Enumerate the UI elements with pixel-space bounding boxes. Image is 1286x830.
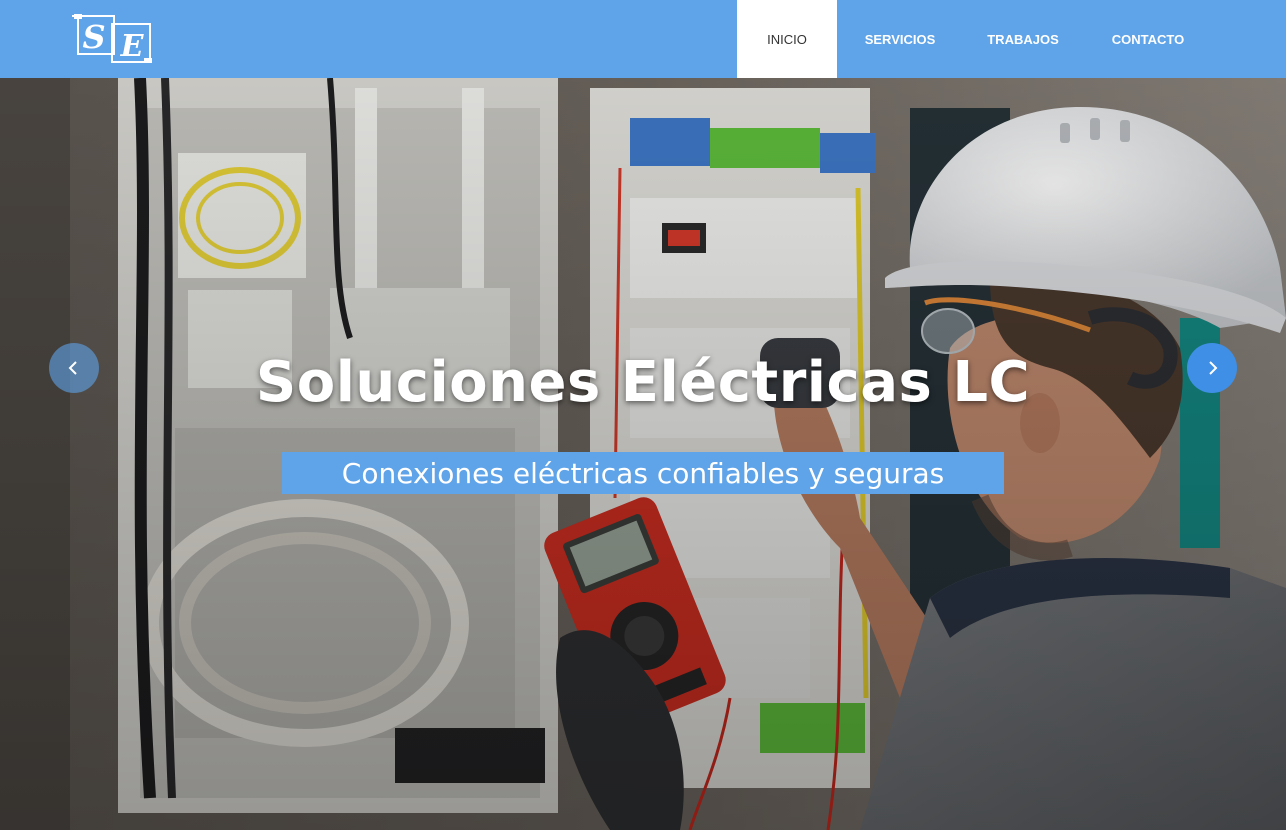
hero-subtitle: Conexiones eléctricas confiables y segur…: [341, 456, 945, 490]
hero-subtitle-box: Conexiones eléctricas confiables y segur…: [282, 452, 1004, 494]
nav-item-contacto[interactable]: CONTACTO: [1083, 0, 1213, 78]
site-logo[interactable]: S E: [72, 12, 154, 66]
nav-item-inicio[interactable]: INICIO: [737, 0, 837, 78]
carousel-prev-button[interactable]: [49, 343, 99, 393]
nav-item-servicios[interactable]: SERVICIOS: [837, 0, 963, 78]
nav-item-trabajos[interactable]: TRABAJOS: [963, 0, 1083, 78]
main-nav: INICIO SERVICIOS TRABAJOS CONTACTO: [737, 0, 1213, 78]
hero-carousel: Soluciones Eléctricas LC Conexiones eléc…: [0, 78, 1286, 830]
hero-title: Soluciones Eléctricas LC: [255, 350, 1031, 415]
navbar: S E INICIO SERVICIOS TRABAJOS CONTACTO: [0, 0, 1286, 78]
plug-logo-icon: S E: [72, 14, 152, 64]
chevron-left-icon: [68, 361, 77, 375]
chevron-right-icon: [1209, 361, 1218, 375]
svg-text:E: E: [120, 29, 145, 64]
carousel-next-button[interactable]: [1187, 343, 1237, 393]
svg-text:S: S: [82, 18, 105, 56]
